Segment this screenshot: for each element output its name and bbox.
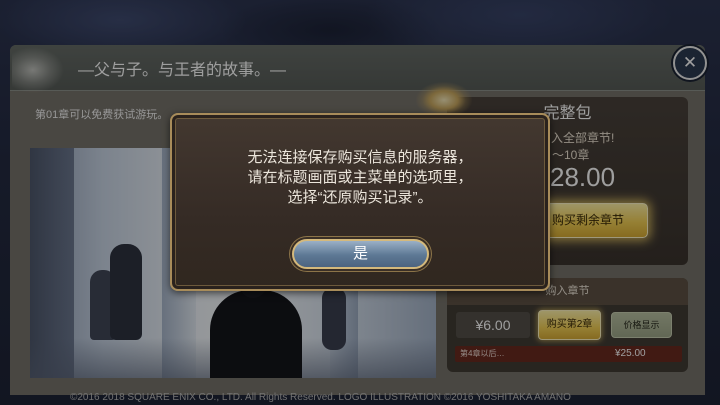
dialog-message-line: 请在标题画面或主菜单的选项里，	[247, 169, 473, 186]
dialog-message-line: 选择“还原购买记录”。	[287, 189, 433, 206]
error-dialog: 无法连接保存购买信息的服务器， 请在标题画面或主菜单的选项里， 选择“还原购买记…	[170, 113, 550, 291]
confirm-yes-button[interactable]: 是	[292, 239, 429, 269]
game-screen: —父与子。与王者的故事。— ✕ 第01章可以免费获试游玩。 完整包 入全部章节!…	[0, 0, 720, 405]
dialog-message: 无法连接保存购买信息的服务器， 请在标题画面或主菜单的选项里， 选择“还原购买记…	[172, 148, 548, 208]
dialog-message-line: 无法连接保存购买信息的服务器，	[247, 149, 473, 166]
